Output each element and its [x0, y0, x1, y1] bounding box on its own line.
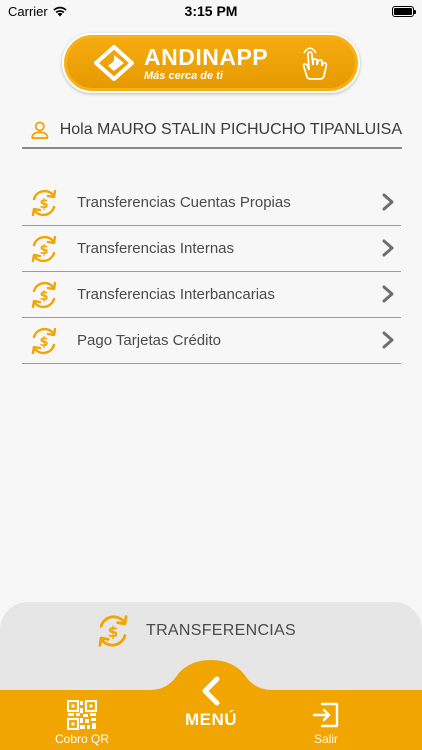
svg-text:$: $ — [39, 197, 48, 212]
chevron-right-icon — [382, 193, 394, 211]
svg-text:$: $ — [39, 289, 48, 304]
tab-menu[interactable]: MENÚ — [161, 676, 261, 730]
chevron-left-icon — [202, 676, 220, 706]
chevron-right-icon — [382, 285, 394, 303]
menu-item-label: Transferencias Interbancarias — [77, 286, 275, 303]
greeting-bar: Hola MAURO STALIN PICHUCHO TIPANLUISA — [22, 113, 402, 149]
transfer-dollar-icon: $ — [31, 281, 57, 308]
bottom-tab-bar: Cobro QR MENÚ Salir — [0, 660, 422, 750]
menu-item-label: Transferencias Internas — [77, 240, 235, 257]
user-icon — [31, 121, 49, 139]
tab-cobro-qr[interactable]: Cobro QR — [50, 700, 114, 746]
chevron-right-icon — [382, 239, 394, 257]
tab-label: Salir — [313, 732, 338, 746]
logo-tagline: Más cerca de ti — [144, 70, 223, 82]
svg-text:$: $ — [108, 623, 119, 641]
tab-label: Cobro QR — [54, 732, 110, 746]
battery-icon — [392, 5, 416, 17]
section-header: $ TRANSFERENCIAS — [94, 612, 296, 650]
carrier-label: Carrier — [8, 3, 48, 19]
status-left: Carrier — [8, 4, 68, 19]
logo-name: ANDINAPP — [144, 44, 269, 70]
battery-level — [394, 7, 412, 15]
greeting-text: Hola MAURO STALIN PICHUCHO TIPANLUISA — [59, 121, 402, 138]
logo-diamond-icon — [94, 45, 134, 81]
menu-item-pago-tarjetas[interactable]: $ Pago Tarjetas Crédito — [22, 318, 401, 364]
transfer-menu-list: $ Transferencias Cuentas Propias $ Trans… — [22, 180, 401, 364]
svg-text:$: $ — [39, 335, 48, 350]
status-right — [392, 5, 416, 17]
wifi-icon — [53, 6, 67, 17]
transfer-dollar-icon: $ — [31, 189, 57, 216]
menu-item-label: Transferencias Cuentas Propias — [77, 194, 291, 211]
pointing-hand-icon — [302, 47, 328, 80]
menu-item-cuentas-propias[interactable]: $ Transferencias Cuentas Propias — [22, 180, 401, 226]
app-logo: ANDINAPP Más cerca de ti — [62, 33, 360, 93]
svg-text:$: $ — [39, 243, 48, 258]
exit-icon — [312, 702, 339, 728]
menu-item-internas[interactable]: $ Transferencias Internas — [22, 226, 401, 272]
transfer-dollar-icon: $ — [98, 615, 128, 647]
tab-label: MENÚ — [184, 710, 238, 729]
transfer-dollar-icon: $ — [31, 235, 57, 262]
menu-item-label: Pago Tarjetas Crédito — [77, 332, 221, 349]
status-bar: Carrier 3:15 PM — [0, 0, 422, 22]
chevron-right-icon — [382, 331, 394, 349]
menu-item-interbancarias[interactable]: $ Transferencias Interbancarias — [22, 272, 401, 318]
qr-code-icon — [67, 700, 97, 730]
tab-salir[interactable]: Salir — [294, 700, 358, 746]
transfer-dollar-icon: $ — [31, 327, 57, 354]
section-title: TRANSFERENCIAS — [146, 622, 296, 639]
